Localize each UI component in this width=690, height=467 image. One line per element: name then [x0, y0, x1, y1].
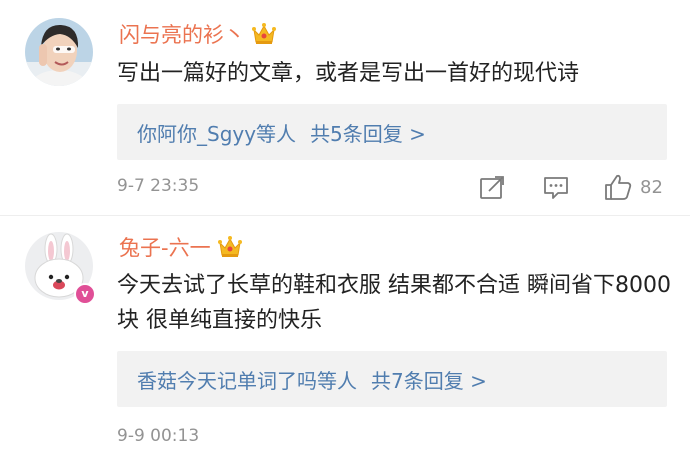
- comment-list: 闪与亮的衫丶 写出一篇好的文章，或者是写出一首好的现代诗 你阿你_Sgyy等人 …: [0, 0, 690, 467]
- verified-badge: v: [74, 283, 96, 305]
- avatar[interactable]: [25, 18, 93, 86]
- comment-text: 写出一篇好的文章，或者是写出一首好的现代诗: [117, 61, 580, 86]
- share-button[interactable]: [478, 172, 506, 202]
- timestamp: 9-9 00:13: [117, 426, 200, 446]
- crown-icon: [217, 236, 242, 257]
- comment-icon: [544, 177, 568, 199]
- reply-count-link[interactable]: 共5条回复 >: [310, 118, 426, 147]
- comment-item: 闪与亮的衫丶 写出一篇好的文章，或者是写出一首好的现代诗 你阿你_Sgyy等人 …: [0, 0, 690, 216]
- avatar-image: [25, 18, 93, 86]
- reply-users-link[interactable]: 你阿你_Sgyy等人: [137, 118, 296, 147]
- user-name-row: 闪与亮的衫丶: [119, 20, 277, 48]
- like-button[interactable]: 82: [604, 172, 663, 202]
- reply-preview[interactable]: 香菇今天记单词了吗等人 共7条回复 >: [117, 351, 667, 407]
- username[interactable]: 闪与亮的衫丶: [119, 19, 245, 49]
- comment-text: 今天去试了长草的鞋和衣服 结果都不合适 瞬间省下8000块 很单纯直接的快乐: [117, 273, 671, 333]
- username[interactable]: 兔子-六一: [119, 232, 211, 262]
- like-count: 82: [640, 176, 663, 198]
- crown-icon: [252, 23, 276, 44]
- share-icon: [480, 176, 504, 199]
- timestamp: 9-7 23:35: [117, 176, 200, 196]
- comment-item: v 兔子-六一 今天去试了长草的鞋和衣服 结果都不合适 瞬间省下8000块 很单…: [0, 216, 690, 467]
- user-name-row: 兔子-六一: [119, 233, 243, 261]
- comment-button[interactable]: [542, 172, 570, 202]
- reply-users-link[interactable]: 香菇今天记单词了吗等人: [137, 365, 357, 394]
- like-icon: [605, 174, 632, 200]
- reply-count-link[interactable]: 共7条回复 >: [371, 365, 487, 394]
- action-bar: 82: [478, 172, 678, 202]
- reply-preview[interactable]: 你阿你_Sgyy等人 共5条回复 >: [117, 104, 667, 160]
